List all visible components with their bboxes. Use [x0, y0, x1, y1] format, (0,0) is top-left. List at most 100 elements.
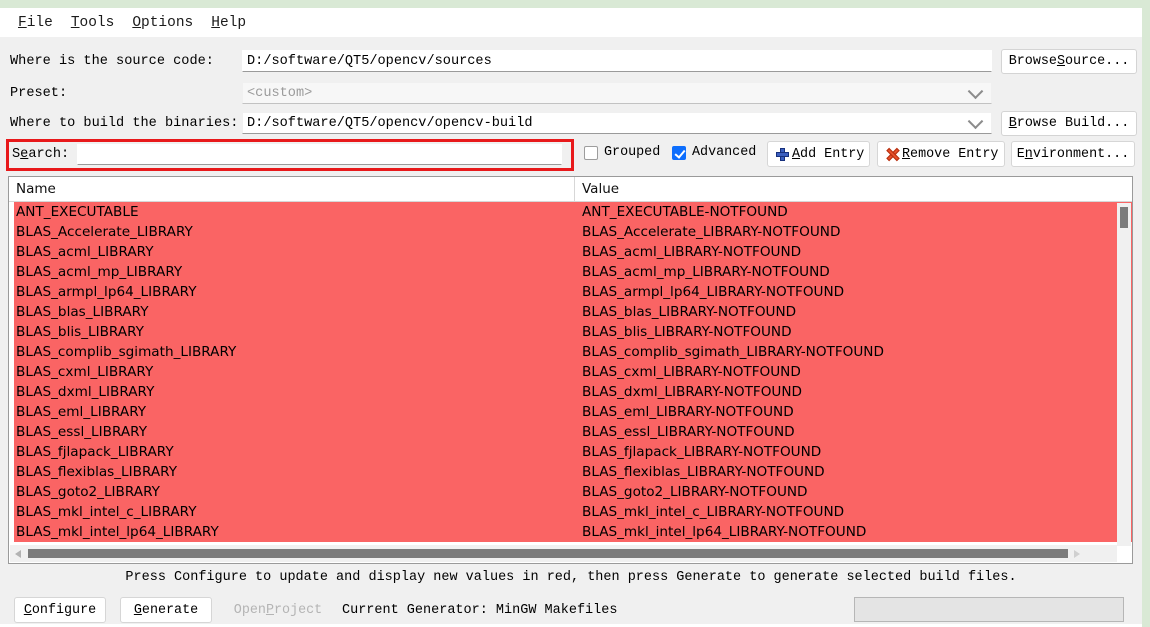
cell-name: BLAS_cxml_LIBRARY: [9, 362, 575, 382]
generate-mnemonic: G: [134, 603, 142, 618]
configure-mnemonic: C: [24, 603, 32, 618]
remove-entry-mnemonic: R: [902, 147, 910, 162]
table-row[interactable]: BLAS_essl_LIBRARYBLAS_essl_LIBRARY-NOTFO…: [9, 422, 1132, 442]
menu-item-options[interactable]: Options: [123, 14, 202, 32]
table-row[interactable]: BLAS_complib_sgimath_LIBRARYBLAS_complib…: [9, 342, 1132, 362]
table-row[interactable]: BLAS_eml_LIBRARYBLAS_eml_LIBRARY-NOTFOUN…: [9, 402, 1132, 422]
menu-item-tools[interactable]: Tools: [62, 14, 124, 32]
cell-value: BLAS_Accelerate_LIBRARY-NOTFOUND: [575, 222, 1132, 242]
generate-button[interactable]: Generate: [120, 597, 212, 623]
table-row[interactable]: BLAS_cxml_LIBRARYBLAS_cxml_LIBRARY-NOTFO…: [9, 362, 1132, 382]
source-path-input[interactable]: D:/software/QT5/opencv/sources: [242, 50, 992, 72]
menu-item-options-label: ptions: [141, 15, 193, 31]
table-row[interactable]: BLAS_mkl_intel_lp64_LIBRARYBLAS_mkl_inte…: [9, 522, 1132, 542]
menu-item-help[interactable]: Help: [202, 14, 255, 32]
configure-button[interactable]: Configure: [14, 597, 106, 623]
scroll-left-arrow-icon[interactable]: [10, 545, 26, 562]
horizontal-scrollbar-thumb[interactable]: [28, 549, 1068, 558]
menu-item-file[interactable]: File: [9, 14, 62, 32]
cell-value: BLAS_essl_LIBRARY-NOTFOUND: [575, 422, 1132, 442]
cell-value: BLAS_blas_LIBRARY-NOTFOUND: [575, 302, 1132, 322]
open-project-pre: Open: [234, 603, 266, 618]
cell-value: BLAS_complib_sgimath_LIBRARY-NOTFOUND: [575, 342, 1132, 362]
preset-label: Preset:: [0, 86, 242, 101]
scroll-right-arrow-icon[interactable]: [1068, 545, 1084, 562]
add-entry-post: dd Entry: [800, 147, 864, 162]
cell-name: BLAS_armpl_lp64_LIBRARY: [9, 282, 575, 302]
cell-value: BLAS_flexiblas_LIBRARY-NOTFOUND: [575, 462, 1132, 482]
table-row[interactable]: BLAS_armpl_lp64_LIBRARYBLAS_armpl_lp64_L…: [9, 282, 1132, 302]
footer-bar: Configure Generate Open Project Current …: [0, 593, 1142, 627]
search-label-post: arch:: [28, 147, 69, 162]
cell-name: BLAS_fjlapack_LIBRARY: [9, 442, 575, 462]
menu-bar: File Tools Options Help: [0, 8, 1142, 37]
column-header-value[interactable]: Value: [575, 177, 1132, 202]
table-horizontal-scrollbar[interactable]: [10, 545, 1117, 562]
add-entry-button[interactable]: Add Entry: [767, 141, 870, 167]
search-label-pre: S: [12, 147, 20, 162]
table-row[interactable]: BLAS_acml_mp_LIBRARYBLAS_acml_mp_LIBRARY…: [9, 262, 1132, 282]
cache-entries-table: Name Value ANT_EXECUTABLEANT_EXECUTABLE-…: [8, 176, 1133, 564]
build-row: Where to build the binaries: D:/software…: [0, 111, 1142, 135]
cell-name: BLAS_Accelerate_LIBRARY: [9, 222, 575, 242]
table-row[interactable]: BLAS_fjlapack_LIBRARYBLAS_fjlapack_LIBRA…: [9, 442, 1132, 462]
open-project-post: roject: [274, 603, 322, 618]
build-path-value: D:/software/QT5/opencv/opencv-build: [247, 116, 533, 131]
table-vertical-scrollbar[interactable]: [1117, 203, 1131, 546]
chevron-down-icon: [968, 84, 984, 100]
cell-name: BLAS_dxml_LIBRARY: [9, 382, 575, 402]
table-row[interactable]: BLAS_goto2_LIBRARYBLAS_goto2_LIBRARY-NOT…: [9, 482, 1132, 502]
open-project-mnemonic: P: [266, 603, 274, 618]
build-path-combobox[interactable]: D:/software/QT5/opencv/opencv-build: [242, 112, 992, 134]
table-header: Name Value: [9, 177, 1132, 202]
environment-mnemonic: n: [1025, 147, 1033, 162]
remove-entry-button[interactable]: Remove Entry: [877, 141, 1005, 167]
menu-item-file-label: ile: [27, 15, 53, 31]
search-toolbar-row: Search: Grouped Advanced Add Entry Remov…: [0, 136, 1142, 172]
vertical-scrollbar-thumb[interactable]: [1120, 207, 1128, 228]
grouped-label: Grouped: [604, 145, 660, 160]
grouped-checkbox-box[interactable]: [584, 146, 598, 160]
table-row[interactable]: BLAS_blis_LIBRARYBLAS_blis_LIBRARY-NOTFO…: [9, 322, 1132, 342]
cell-value: BLAS_blis_LIBRARY-NOTFOUND: [575, 322, 1132, 342]
cell-name: BLAS_acml_LIBRARY: [9, 242, 575, 262]
browse-source-pre: Browse: [1009, 54, 1057, 69]
screen: File Tools Options Help Where is the sou…: [0, 0, 1150, 627]
menu-item-help-label: elp: [220, 15, 246, 31]
table-row[interactable]: BLAS_mkl_intel_c_LIBRARYBLAS_mkl_intel_c…: [9, 502, 1132, 522]
column-header-name[interactable]: Name: [9, 177, 575, 202]
table-row[interactable]: BLAS_acml_LIBRARYBLAS_acml_LIBRARY-NOTFO…: [9, 242, 1132, 262]
configure-post: onfigure: [32, 603, 96, 618]
generate-post: enerate: [142, 603, 198, 618]
current-generator-label: Current Generator: MinGW Makefiles: [342, 603, 617, 618]
browse-build-post: rowse Build...: [1017, 116, 1130, 131]
table-row[interactable]: BLAS_Accelerate_LIBRARYBLAS_Accelerate_L…: [9, 222, 1132, 242]
cell-value: BLAS_mkl_intel_c_LIBRARY-NOTFOUND: [575, 502, 1132, 522]
plus-icon: [776, 148, 789, 161]
browse-source-button[interactable]: Browse Source...: [1001, 49, 1137, 74]
source-row: Where is the source code: D:/software/QT…: [0, 49, 1142, 73]
cell-name: BLAS_flexiblas_LIBRARY: [9, 462, 575, 482]
environment-button[interactable]: Environment...: [1011, 141, 1135, 167]
cell-name: BLAS_essl_LIBRARY: [9, 422, 575, 442]
advanced-checkbox[interactable]: Advanced: [672, 145, 756, 160]
remove-entry-post: emove Entry: [910, 147, 998, 162]
advanced-label: Advanced: [692, 145, 756, 160]
table-row[interactable]: BLAS_flexiblas_LIBRARYBLAS_flexiblas_LIB…: [9, 462, 1132, 482]
preset-combobox[interactable]: <custom>: [242, 82, 992, 104]
cell-value: BLAS_dxml_LIBRARY-NOTFOUND: [575, 382, 1132, 402]
search-group: Search:: [12, 144, 562, 165]
browse-source-mnemonic: S: [1057, 54, 1065, 69]
cell-value: BLAS_acml_mp_LIBRARY-NOTFOUND: [575, 262, 1132, 282]
browse-build-button[interactable]: Browse Build...: [1001, 111, 1137, 136]
table-row[interactable]: BLAS_blas_LIBRARYBLAS_blas_LIBRARY-NOTFO…: [9, 302, 1132, 322]
browse-source-post: ource...: [1065, 54, 1129, 69]
close-x-icon: [886, 148, 899, 161]
grouped-checkbox[interactable]: Grouped: [584, 145, 660, 160]
table-body: ANT_EXECUTABLEANT_EXECUTABLE-NOTFOUNDBLA…: [9, 202, 1132, 546]
advanced-checkbox-box[interactable]: [672, 146, 686, 160]
table-row[interactable]: BLAS_dxml_LIBRARYBLAS_dxml_LIBRARY-NOTFO…: [9, 382, 1132, 402]
search-input[interactable]: [77, 144, 562, 165]
table-row[interactable]: ANT_EXECUTABLEANT_EXECUTABLE-NOTFOUND: [9, 202, 1132, 222]
cell-value: BLAS_goto2_LIBRARY-NOTFOUND: [575, 482, 1132, 502]
